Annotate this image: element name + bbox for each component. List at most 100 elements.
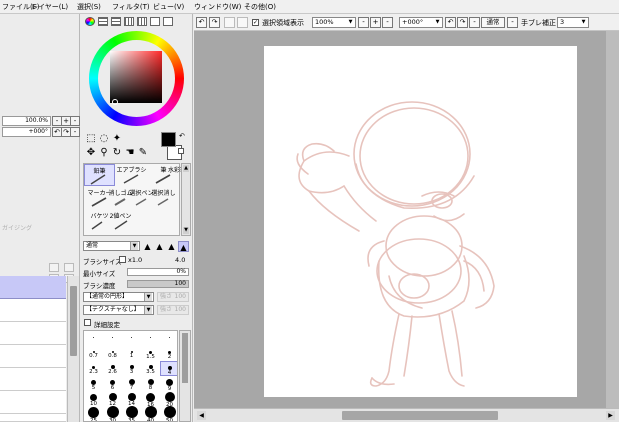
menu-filter[interactable]: フィルタ(T): [112, 2, 150, 12]
zoom-reset-toolbar-button[interactable]: -: [382, 17, 393, 28]
brush-size-multiplier[interactable]: x1.0: [128, 256, 142, 264]
menu-layer[interactable]: レイヤー(L): [31, 2, 68, 12]
brush-size-preset[interactable]: 30: [103, 406, 122, 421]
brush-size-preset[interactable]: 7: [122, 376, 141, 391]
brush-size-preset[interactable]: 9: [160, 376, 177, 392]
layer-row[interactable]: [0, 299, 66, 322]
brush-size-preset[interactable]: 16: [141, 391, 160, 408]
brush-size-preset[interactable]: 1.5: [141, 346, 160, 361]
brush-watercolor[interactable]: 水彩筆: [148, 164, 186, 186]
brush-select-eraser[interactable]: 選択消し: [148, 187, 179, 209]
brush-size-preset[interactable]: [141, 331, 160, 346]
flip-horizontal-button[interactable]: -: [507, 17, 518, 28]
brush-size-preset[interactable]: [103, 331, 122, 346]
brush-shape-selected-icon[interactable]: ▲: [178, 241, 189, 252]
canvas-horizontal-scrollbar[interactable]: ◀ ▶: [194, 408, 619, 422]
zoom-icon[interactable]: ⚲: [97, 147, 111, 159]
brush-size-preset[interactable]: 0.8: [103, 346, 122, 361]
transparent-color-icon[interactable]: [178, 148, 184, 154]
zoom-in-toolbar-button[interactable]: +: [370, 17, 381, 28]
brush-size-preset[interactable]: 6: [103, 376, 122, 391]
layer-row[interactable]: [0, 391, 66, 414]
brush-size-value[interactable]: 4.0: [175, 256, 185, 264]
brush-binary-pen[interactable]: 2値ペン: [105, 210, 136, 232]
brush-grid-scrollbar[interactable]: ▲ ▼: [181, 163, 191, 236]
layer-row[interactable]: [0, 345, 66, 368]
layer-row-selected[interactable]: [0, 276, 66, 299]
normal-view-button[interactable]: 通常: [481, 17, 505, 28]
main-color-swatch[interactable]: [161, 132, 176, 147]
brush-size-preset[interactable]: 35: [122, 406, 141, 421]
brush-size-preset[interactable]: 40: [141, 406, 160, 421]
rotate-left-toolbar-button[interactable]: ↶: [445, 17, 456, 28]
preset-scroll-thumb[interactable]: [182, 333, 188, 383]
brush-size-preset[interactable]: 3.5: [141, 361, 160, 376]
deselect-button[interactable]: [224, 17, 235, 28]
min-size-slider[interactable]: 0%: [127, 268, 189, 276]
color-picker-cursor[interactable]: [112, 99, 118, 105]
zoom-dropdown[interactable]: 100% ▼: [312, 17, 356, 28]
scratch-tab-icon[interactable]: [150, 17, 160, 26]
zoom-reset-button[interactable]: -: [70, 116, 80, 126]
new-layer-icon[interactable]: [49, 263, 59, 272]
zoom-field[interactable]: 100.0%: [2, 116, 51, 126]
redo-button[interactable]: ↷: [209, 17, 220, 28]
rect-select-icon[interactable]: ⬚: [84, 133, 98, 145]
texture-strength-field[interactable]: 強さ 100: [157, 305, 189, 315]
move-icon[interactable]: ✥: [84, 147, 98, 159]
new-folder-icon[interactable]: [64, 263, 74, 272]
menu-view[interactable]: ビュー(V): [153, 2, 184, 12]
saturation-value-square[interactable]: [110, 51, 162, 103]
brush-size-preset[interactable]: 2.3: [84, 361, 103, 376]
brush-size-checkbox[interactable]: [119, 256, 126, 263]
scroll-left-arrow-icon[interactable]: ◀: [197, 411, 206, 420]
layer-row[interactable]: [0, 414, 66, 422]
brush-shape-soft-icon[interactable]: ▲: [166, 241, 177, 252]
eyedropper-icon[interactable]: ✎: [136, 147, 150, 159]
brush-shape-dropdown[interactable]: 【通常の円形】 ▼: [83, 292, 154, 302]
canvas-paper[interactable]: [264, 46, 577, 397]
rotation-field[interactable]: +000°: [2, 127, 51, 137]
selection-visible-checkbox[interactable]: ✓: [252, 19, 259, 26]
swatch-tab-icon[interactable]: [137, 17, 147, 26]
shape-strength-field[interactable]: 強さ 100: [157, 292, 189, 302]
rotate-right-toolbar-button[interactable]: ↷: [457, 17, 468, 28]
brush-size-preset[interactable]: 5: [84, 376, 103, 391]
preset-grid-scrollbar[interactable]: [179, 330, 191, 422]
brush-size-preset[interactable]: 50: [160, 406, 177, 421]
magic-wand-icon[interactable]: ✦: [110, 133, 124, 145]
brush-size-preset[interactable]: 2: [160, 346, 177, 361]
brush-size-preset[interactable]: 14: [122, 391, 141, 407]
swap-colors-icon[interactable]: ↶: [179, 132, 185, 140]
invert-selection-button[interactable]: [237, 17, 248, 28]
rotation-reset-button[interactable]: -: [70, 127, 80, 137]
canvas-vertical-scrollbar[interactable]: [606, 31, 619, 408]
texture-dropdown[interactable]: 【テクスチャなし】 ▼: [83, 305, 154, 315]
scroll-right-arrow-icon[interactable]: ▶: [606, 411, 615, 420]
blend-mode-dropdown[interactable]: 通常 ▼: [83, 241, 140, 251]
brush-size-preset[interactable]: 12: [103, 391, 122, 407]
brush-shape-medium-icon[interactable]: ▲: [154, 241, 165, 252]
brush-size-preset[interactable]: 2.6: [103, 361, 122, 376]
layer-row[interactable]: [0, 368, 66, 391]
brush-size-preset[interactable]: [122, 331, 141, 346]
horizontal-scroll-thumb[interactable]: [342, 411, 498, 420]
layer-row[interactable]: [0, 322, 66, 345]
brush-size-preset[interactable]: 10: [84, 391, 103, 407]
brush-size-preset[interactable]: 0.7: [84, 346, 103, 361]
zoom-out-toolbar-button[interactable]: -: [358, 17, 369, 28]
rgb-slider-tab-icon[interactable]: [98, 17, 108, 26]
menu-other[interactable]: その他(O): [244, 2, 276, 12]
stabilizer-dropdown[interactable]: 3 ▼: [557, 17, 589, 28]
brush-size-preset[interactable]: 8: [141, 376, 160, 391]
rotate-icon[interactable]: ↻: [110, 147, 124, 159]
hsv-slider-tab-icon[interactable]: [111, 17, 121, 26]
color-wheel-tab-icon[interactable]: [85, 17, 95, 26]
undo-button[interactable]: ↶: [196, 17, 207, 28]
rotation-dropdown[interactable]: +000° ▼: [399, 17, 443, 28]
brush-shape-hard-icon[interactable]: ▲: [142, 241, 153, 252]
layer-scrollbar[interactable]: [67, 276, 79, 422]
layer-scroll-thumb[interactable]: [70, 286, 77, 356]
menu-select[interactable]: 選択(S): [77, 2, 101, 12]
lasso-icon[interactable]: ◌: [97, 133, 111, 145]
